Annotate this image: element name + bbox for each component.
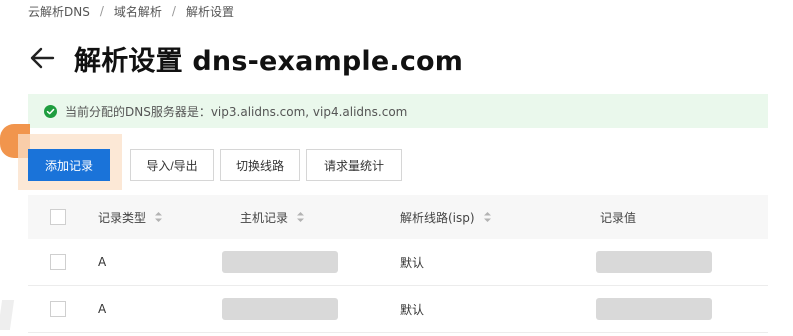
breadcrumb-item-dns[interactable]: 云解析DNS bbox=[28, 3, 90, 20]
sort-icon[interactable] bbox=[154, 211, 163, 223]
request-stats-button[interactable]: 请求量统计 bbox=[306, 149, 402, 181]
breadcrumb-separator: / bbox=[171, 4, 176, 18]
back-arrow-icon[interactable] bbox=[28, 44, 56, 72]
add-record-button[interactable]: 添加记录 bbox=[28, 149, 110, 181]
table-row[interactable]: A 默认 bbox=[28, 239, 768, 286]
page-title: 解析设置 dns-example.com bbox=[74, 45, 464, 77]
breadcrumb-item-domain-resolution[interactable]: 域名解析 bbox=[114, 3, 162, 20]
record-type: A bbox=[98, 302, 107, 316]
edge-decoration bbox=[0, 300, 15, 330]
record-line: 默认 bbox=[400, 255, 425, 270]
breadcrumb: 云解析DNS / 域名解析 / 解析设置 bbox=[28, 2, 234, 20]
select-all-checkbox[interactable] bbox=[50, 209, 66, 225]
dns-server-notice: 当前分配的DNS服务器是：vip3.alidns.com, vip4.alidn… bbox=[28, 94, 768, 128]
redacted-host-record bbox=[222, 298, 338, 320]
column-host[interactable]: 主机记录 bbox=[240, 209, 400, 226]
import-export-button[interactable]: 导入/导出 bbox=[130, 149, 214, 181]
sort-icon[interactable] bbox=[483, 211, 492, 223]
record-type: A bbox=[98, 255, 107, 269]
breadcrumb-item-resolution-settings: 解析设置 bbox=[185, 4, 234, 19]
sort-icon[interactable] bbox=[296, 211, 305, 223]
dns-records-table: 记录类型 主机记录 解析线路(isp) 记录值 A 默认 A 默认 bbox=[28, 195, 768, 333]
toolbar: 添加记录 导入/导出 切换线路 请求量统计 bbox=[28, 149, 402, 181]
page-header: 解析设置 dns-example.com bbox=[28, 36, 463, 80]
column-type[interactable]: 记录类型 bbox=[98, 209, 240, 226]
column-value: 记录值 bbox=[600, 209, 768, 226]
column-label: 记录类型 bbox=[98, 210, 147, 225]
column-label: 解析线路(isp) bbox=[400, 210, 475, 225]
column-label: 记录值 bbox=[600, 210, 637, 225]
check-circle-icon bbox=[44, 104, 57, 118]
switch-line-button[interactable]: 切换线路 bbox=[220, 149, 300, 181]
table-header: 记录类型 主机记录 解析线路(isp) 记录值 bbox=[28, 195, 768, 239]
column-line[interactable]: 解析线路(isp) bbox=[400, 209, 600, 226]
record-line: 默认 bbox=[400, 302, 425, 317]
breadcrumb-separator: / bbox=[99, 4, 104, 18]
row-checkbox[interactable] bbox=[50, 301, 66, 317]
row-checkbox[interactable] bbox=[50, 254, 66, 270]
table-row[interactable]: A 默认 bbox=[28, 286, 768, 333]
redacted-record-value bbox=[596, 251, 712, 273]
column-label: 主机记录 bbox=[240, 210, 289, 225]
redacted-host-record bbox=[222, 251, 338, 273]
notice-text: 当前分配的DNS服务器是：vip3.alidns.com, vip4.alidn… bbox=[65, 104, 408, 119]
redacted-record-value bbox=[596, 298, 712, 320]
